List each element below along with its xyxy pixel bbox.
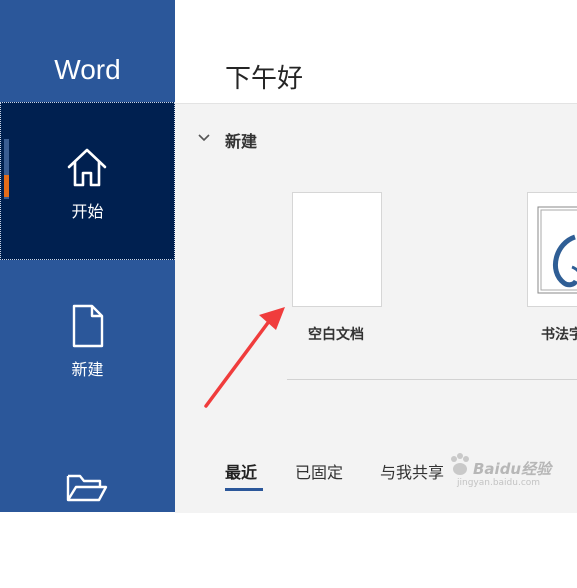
- watermark-logo: Baidu经验 jingyan.baidu.com: [447, 448, 572, 498]
- home-icon: [67, 148, 107, 187]
- section-title: 新建: [225, 132, 258, 151]
- divider: [287, 379, 577, 380]
- blank-document-template[interactable]: [292, 192, 382, 307]
- active-indicator: [4, 175, 9, 197]
- main-content: 下午好 新建 空白文档 书法字帖 最近 已固定 与我共享: [175, 0, 577, 513]
- calligraphy-template[interactable]: [527, 192, 577, 307]
- open-folder-icon: [66, 474, 108, 502]
- calligraphy-thumbnail-image: [537, 206, 577, 294]
- template-label: 书法字帖: [541, 327, 577, 343]
- watermark-subtext: jingyan.baidu.com: [457, 478, 541, 488]
- sidebar-item-home[interactable]: 开始: [0, 102, 175, 260]
- sidebar-item-new[interactable]: 新建: [0, 262, 175, 420]
- template-label: 空白文档: [308, 327, 364, 343]
- tab-recent[interactable]: 最近: [225, 459, 257, 483]
- greeting-title: 下午好: [225, 64, 304, 94]
- active-tab-underline: [225, 488, 263, 491]
- app-name: Word: [54, 54, 121, 85]
- paw-icon: [451, 453, 469, 475]
- new-document-icon: [72, 304, 104, 348]
- watermark-text: Baidu经验: [473, 460, 552, 478]
- sidebar: Word 开始 新建: [0, 0, 175, 512]
- chevron-down-icon: [198, 134, 210, 142]
- tab-shared-with-me[interactable]: 与我共享: [380, 459, 444, 483]
- sidebar-item-label: 新建: [71, 360, 104, 379]
- sidebar-item-open[interactable]: [0, 430, 175, 588]
- tab-pinned[interactable]: 已固定: [295, 459, 343, 483]
- sidebar-item-label: 开始: [71, 202, 104, 221]
